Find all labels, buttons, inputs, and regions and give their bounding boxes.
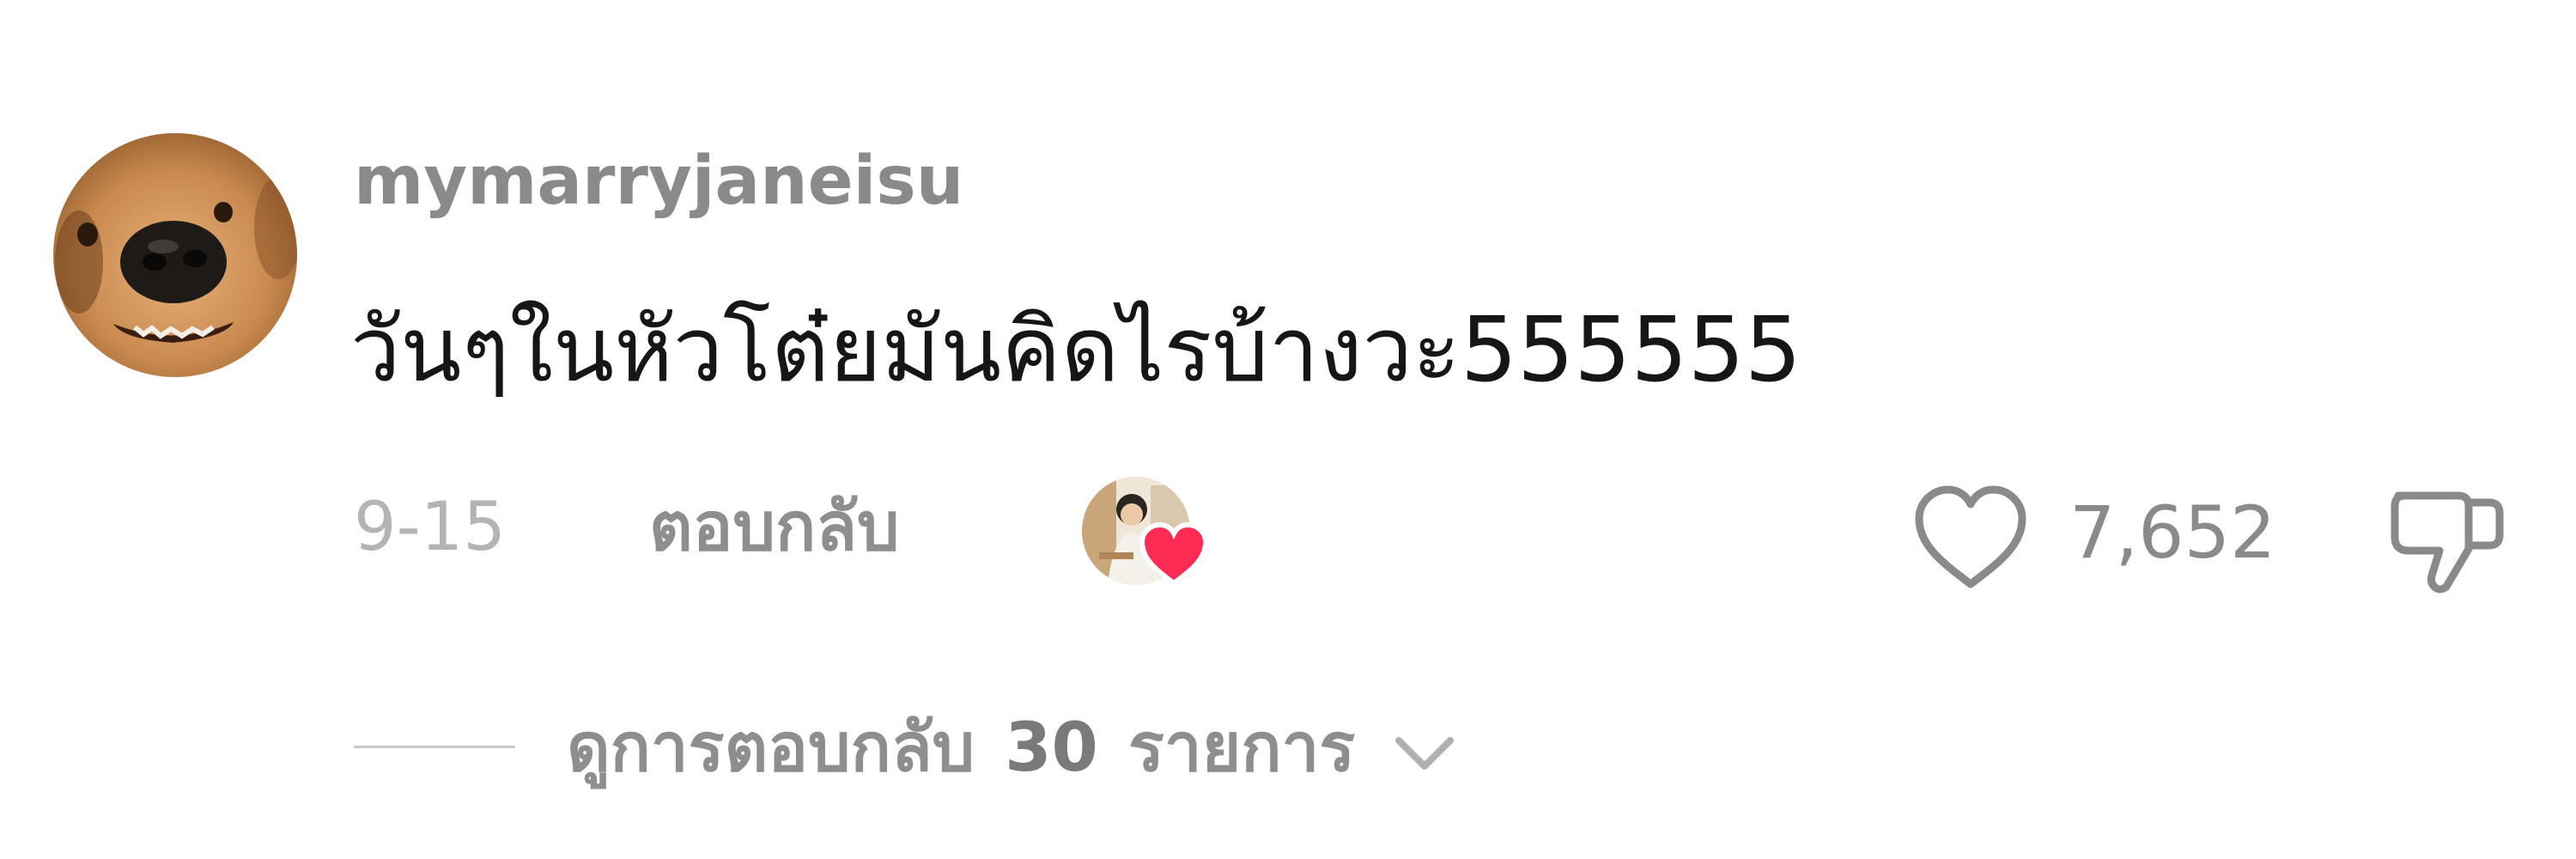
dog-avatar-icon <box>53 133 297 377</box>
thumbs-down-icon[interactable] <box>2383 477 2512 597</box>
view-replies-button[interactable]: ดูการตอบกลับ 30 รายการ <box>567 715 1459 782</box>
view-replies-suffix: รายการ <box>1127 710 1356 787</box>
creator-heart-icon <box>1139 521 1209 587</box>
comment-date: 9-15 <box>354 489 507 566</box>
heart-outline-icon <box>1915 485 2026 588</box>
creator-liked-badge <box>1082 477 1219 597</box>
user-avatar[interactable] <box>53 133 297 377</box>
reply-button[interactable]: ตอบกลับ <box>649 494 900 561</box>
like-count: 7,652 <box>2069 490 2276 575</box>
chevron-down-icon <box>1395 736 1455 770</box>
replies-count: 30 <box>1005 710 1098 787</box>
comment-username[interactable]: mymarryjaneisu <box>354 148 963 215</box>
view-replies-prefix: ดูการตอบกลับ <box>567 710 975 787</box>
comment-text: วันๆในหัวโต๋ยมันคิดไรบ้างวะ555555 <box>350 297 1801 402</box>
comment-item: mymarryjaneisu วันๆในหัวโต๋ยมันคิดไรบ้าง… <box>0 0 2576 859</box>
replies-divider <box>354 746 515 748</box>
